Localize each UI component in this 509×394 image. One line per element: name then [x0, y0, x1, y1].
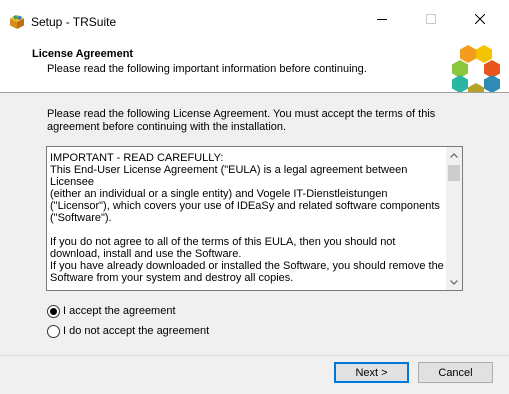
- page-subtitle: Please read the following important info…: [47, 63, 367, 75]
- next-button[interactable]: Next >: [334, 362, 409, 383]
- decline-radio-label: I do not accept the agreement: [63, 325, 210, 337]
- cancel-button[interactable]: Cancel: [418, 362, 493, 383]
- license-scrollbar[interactable]: [446, 147, 462, 290]
- scroll-up-button[interactable]: [446, 147, 462, 163]
- maximize-button[interactable]: [412, 6, 450, 32]
- window-close-icon: [475, 14, 485, 24]
- license-text: IMPORTANT - READ CAREFULLY: This End-Use…: [50, 152, 444, 284]
- hexagon-logo: [452, 45, 500, 99]
- window-title: Setup - TRSuite: [31, 15, 117, 29]
- scroll-thumb[interactable]: [448, 165, 460, 181]
- decline-radio[interactable]: [47, 325, 60, 338]
- accept-radio-label: I accept the agreement: [63, 305, 176, 317]
- setup-box-icon: [10, 15, 24, 29]
- intro-text: Please read the following License Agreem…: [47, 108, 436, 133]
- minimize-button[interactable]: [363, 6, 401, 32]
- wizard-content: Please read the following License Agreem…: [0, 93, 509, 355]
- wizard-header: License Agreement Please read the follow…: [0, 34, 509, 99]
- page-title: License Agreement: [32, 48, 134, 60]
- license-text-box[interactable]: IMPORTANT - READ CAREFULLY: This End-Use…: [46, 146, 463, 291]
- window-minimize-icon: [377, 19, 387, 20]
- window-maximize-icon: [426, 14, 436, 24]
- title-bar: Setup - TRSuite: [0, 0, 509, 34]
- close-button[interactable]: [461, 6, 499, 32]
- accept-radio[interactable]: [47, 305, 60, 318]
- wizard-footer: Next > Cancel: [0, 356, 509, 394]
- scroll-down-button[interactable]: [446, 274, 462, 290]
- chevron-up-icon: [450, 152, 458, 158]
- accept-radio-option[interactable]: I accept the agreement: [47, 305, 176, 318]
- decline-radio-option[interactable]: I do not accept the agreement: [47, 325, 209, 338]
- chevron-down-icon: [450, 279, 458, 285]
